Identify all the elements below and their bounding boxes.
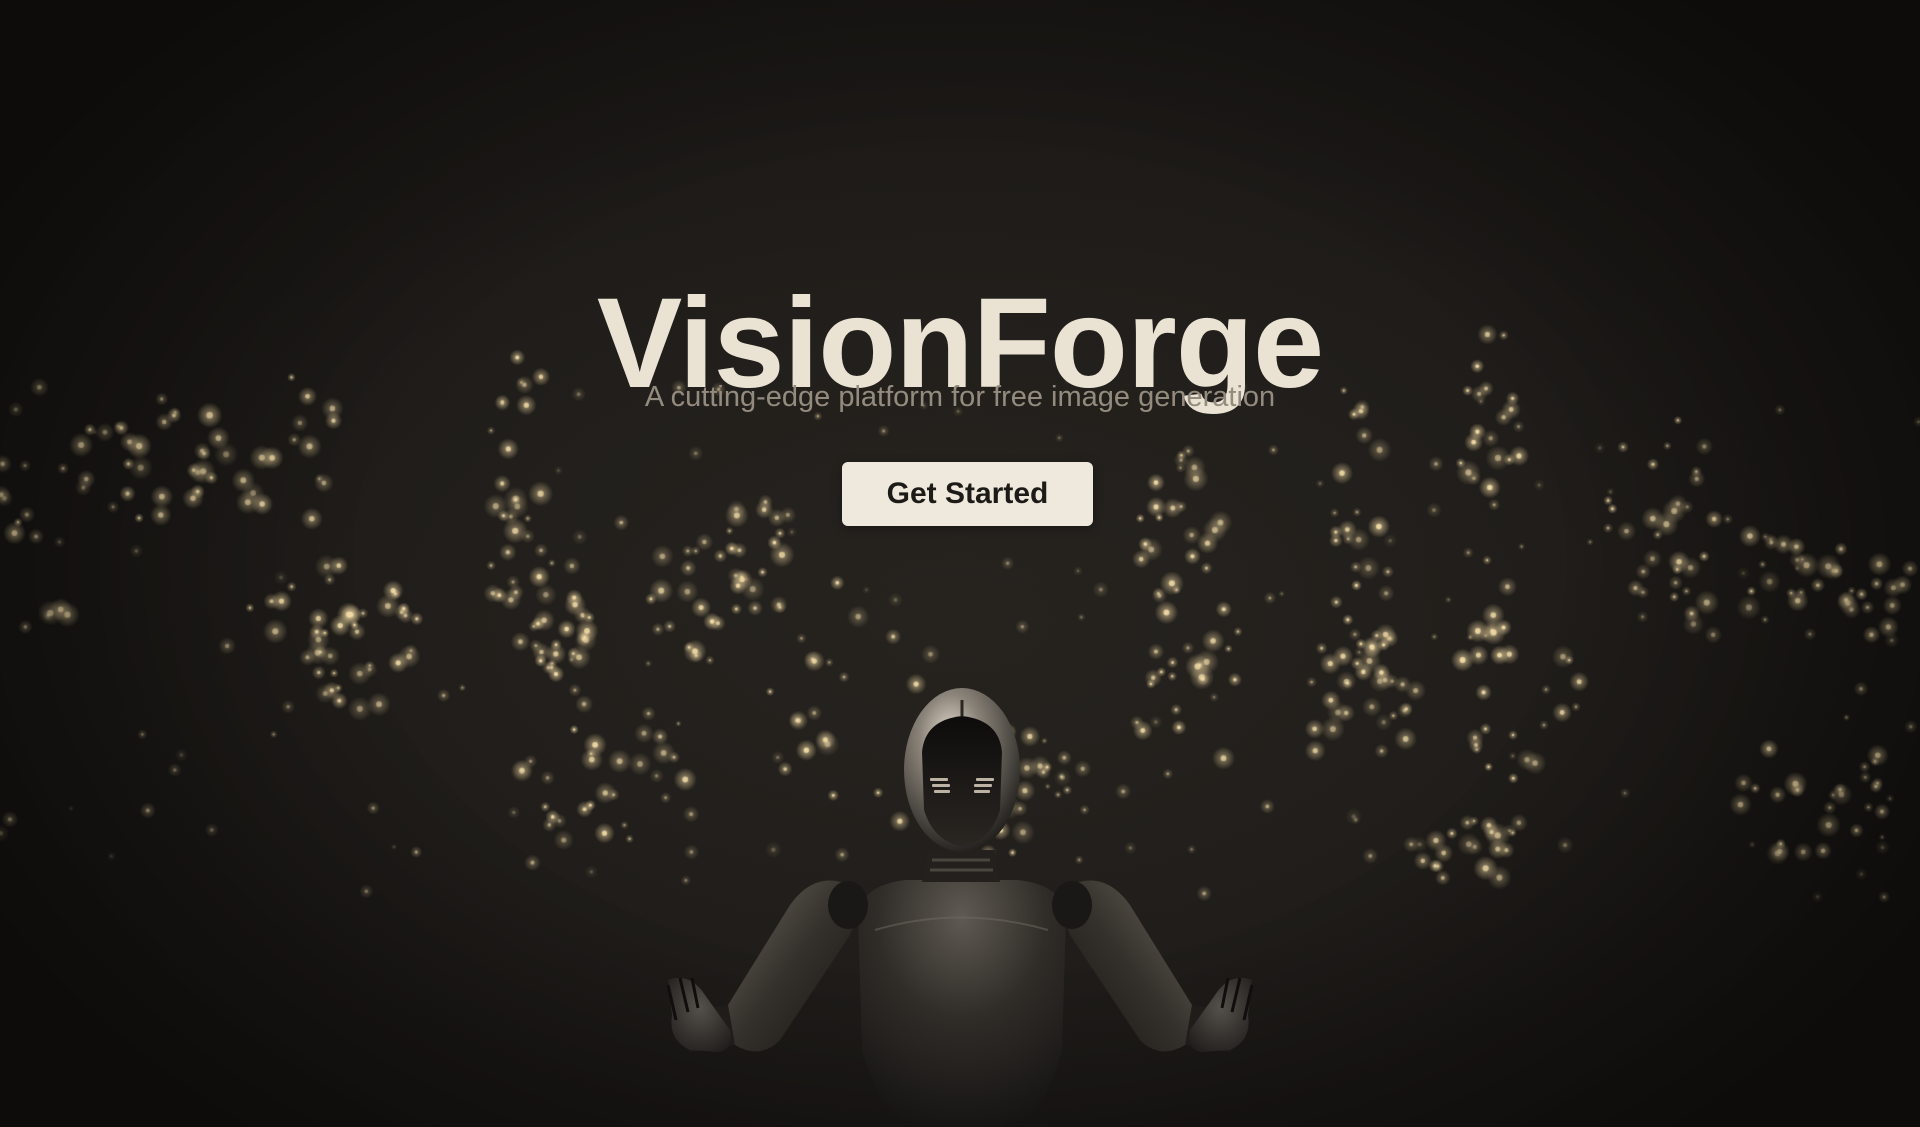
get-started-button[interactable]: Get Started	[842, 462, 1093, 526]
page-subtitle: A cutting-edge platform for free image g…	[644, 381, 1276, 413]
robot-body	[666, 850, 1254, 1127]
robot-head	[904, 688, 1020, 852]
hero-section: VisionForge A cutting-edge platform for …	[0, 0, 1920, 1127]
robot-illustration	[666, 688, 1254, 1127]
